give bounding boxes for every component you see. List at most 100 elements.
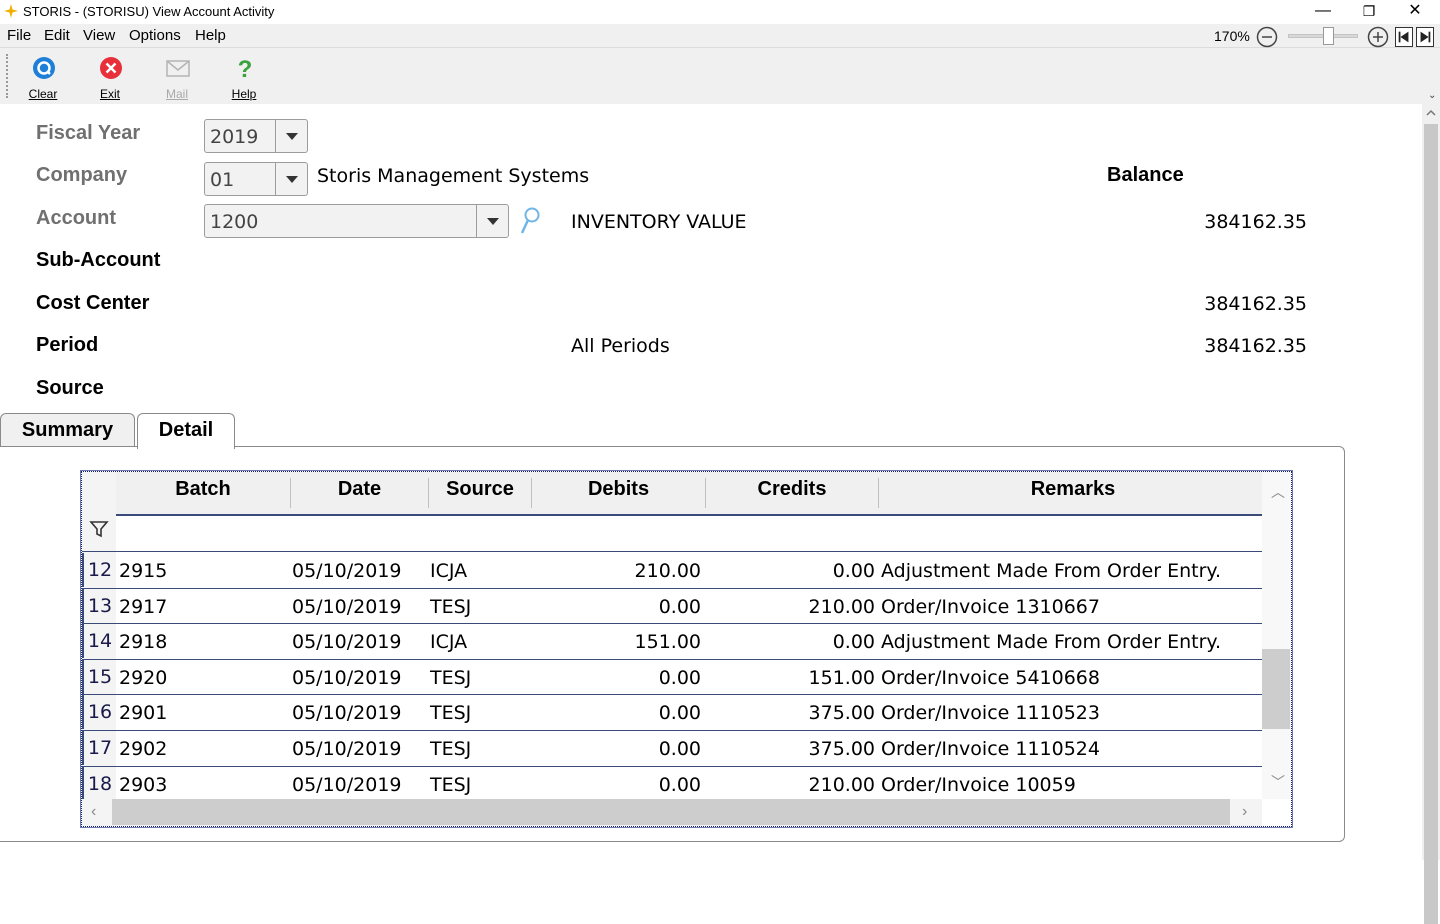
table-row[interactable]: 12 2915 05/10/2019 ICJA 210.00 0.00 Adjustment… bbox=[82, 553, 1262, 589]
zoom-slider-thumb[interactable] bbox=[1323, 27, 1334, 45]
company-select[interactable]: 01 bbox=[204, 162, 308, 196]
column-header-debits[interactable]: Debits bbox=[532, 478, 705, 508]
cell-remarks[interactable]: Order/Invoice 1110524 bbox=[881, 731, 1261, 765]
toolbar-collapse-icon[interactable]: ⌄ bbox=[1428, 90, 1436, 101]
zoom-out-icon[interactable] bbox=[1256, 26, 1278, 48]
exit-button[interactable]: Exit bbox=[85, 54, 135, 101]
table-row[interactable]: 17 2902 05/10/2019 TESJ 0.00 375.00 Order/Invo… bbox=[82, 731, 1262, 767]
cell-source[interactable]: TESJ bbox=[430, 767, 530, 801]
column-header-source[interactable]: Source bbox=[429, 478, 531, 508]
table-row[interactable]: 13 2917 05/10/2019 TESJ 0.00 210.00 Order/Invo… bbox=[82, 588, 1262, 625]
cell-source[interactable]: TESJ bbox=[430, 589, 530, 623]
cell-debits[interactable]: 0.00 bbox=[522, 660, 701, 694]
cell-credits[interactable]: 375.00 bbox=[702, 695, 875, 729]
last-record-icon[interactable] bbox=[1416, 27, 1434, 47]
column-header-remarks[interactable]: Remarks bbox=[879, 478, 1267, 508]
row-number[interactable]: 14 bbox=[82, 624, 116, 659]
cell-date[interactable]: 05/10/2019 bbox=[292, 660, 432, 694]
grid-vertical-scrollbar[interactable]: ︿ ﹀ bbox=[1262, 472, 1291, 799]
clear-button[interactable]: Clear bbox=[18, 54, 68, 101]
cell-credits[interactable]: 0.00 bbox=[702, 624, 875, 658]
grid-horizontal-scrollbar[interactable]: ‹ › bbox=[82, 799, 1262, 826]
column-header-date[interactable]: Date bbox=[291, 478, 428, 508]
cell-credits[interactable]: 210.00 bbox=[702, 767, 875, 801]
cell-batch[interactable]: 2918 bbox=[119, 624, 279, 658]
cell-batch[interactable]: 2903 bbox=[119, 767, 279, 801]
restore-button[interactable]: ❐ bbox=[1346, 0, 1392, 24]
menu-options[interactable]: Options bbox=[129, 27, 181, 44]
cell-credits[interactable]: 375.00 bbox=[702, 731, 875, 765]
cell-batch[interactable]: 2901 bbox=[119, 695, 279, 729]
filter-icon[interactable] bbox=[89, 519, 109, 539]
cell-credits[interactable]: 0.00 bbox=[702, 553, 875, 587]
chevron-down-icon[interactable] bbox=[275, 120, 307, 152]
grid-horizontal-scrollbar-thumb[interactable] bbox=[112, 799, 1230, 825]
cell-debits[interactable]: 0.00 bbox=[522, 589, 701, 623]
window-scrollbar-thumb[interactable] bbox=[1424, 124, 1438, 924]
toolbar-grip[interactable] bbox=[6, 54, 8, 98]
filter-row[interactable] bbox=[82, 516, 1262, 552]
cell-date[interactable]: 05/10/2019 bbox=[292, 695, 432, 729]
table-row[interactable]: 16 2901 05/10/2019 TESJ 0.00 375.00 Order/Invo… bbox=[82, 695, 1262, 731]
cell-debits[interactable]: 151.00 bbox=[522, 624, 701, 658]
cell-batch[interactable]: 2917 bbox=[119, 589, 279, 623]
table-row[interactable]: 14 2918 05/10/2019 ICJA 151.00 0.00 Adjustment… bbox=[82, 624, 1262, 660]
cell-debits[interactable]: 0.00 bbox=[522, 767, 701, 801]
cell-remarks[interactable]: Adjustment Made From Order Entry. bbox=[881, 553, 1261, 587]
cell-source[interactable]: ICJA bbox=[430, 553, 530, 587]
cell-date[interactable]: 05/10/2019 bbox=[292, 589, 432, 623]
window-scrollbar[interactable] bbox=[1422, 104, 1440, 924]
row-number[interactable]: 15 bbox=[82, 659, 116, 694]
cell-date[interactable]: 05/10/2019 bbox=[292, 767, 432, 801]
row-number[interactable]: 13 bbox=[82, 588, 116, 623]
cell-remarks[interactable]: Order/Invoice 5410668 bbox=[881, 660, 1261, 694]
tab-detail[interactable]: Detail bbox=[137, 413, 235, 449]
cell-remarks[interactable]: Adjustment Made From Order Entry. bbox=[881, 624, 1261, 658]
scroll-up-icon[interactable] bbox=[1426, 108, 1436, 118]
cell-debits[interactable]: 0.00 bbox=[522, 731, 701, 765]
cell-date[interactable]: 05/10/2019 bbox=[292, 624, 432, 658]
row-number[interactable]: 18 bbox=[82, 766, 116, 801]
row-number[interactable]: 17 bbox=[82, 731, 116, 765]
cell-source[interactable]: ICJA bbox=[430, 624, 530, 658]
table-row[interactable]: 18 2903 05/10/2019 TESJ 0.00 210.00 Order/Invo… bbox=[82, 766, 1262, 803]
activity-grid[interactable]: Batch Date Source Debits Credits Remarks… bbox=[80, 470, 1293, 828]
fiscal-year-select[interactable]: 2019 bbox=[204, 119, 308, 153]
cell-credits[interactable]: 151.00 bbox=[702, 660, 875, 694]
cell-date[interactable]: 05/10/2019 bbox=[292, 553, 432, 587]
chevron-right-icon[interactable]: › bbox=[1242, 803, 1247, 821]
account-select[interactable]: 1200 bbox=[204, 204, 509, 238]
column-header-batch[interactable]: Batch bbox=[116, 478, 290, 508]
grid-vertical-scrollbar-thumb[interactable] bbox=[1262, 649, 1290, 729]
cell-remarks[interactable]: Order/Invoice 1110523 bbox=[881, 695, 1261, 729]
cell-batch[interactable]: 2920 bbox=[119, 660, 279, 694]
table-row[interactable]: 15 2920 05/10/2019 TESJ 0.00 151.00 Order/Invo… bbox=[82, 659, 1262, 696]
first-record-icon[interactable] bbox=[1395, 27, 1413, 47]
menu-file[interactable]: File bbox=[7, 27, 31, 44]
row-number[interactable]: 16 bbox=[82, 695, 116, 730]
cell-debits[interactable]: 210.00 bbox=[522, 553, 701, 587]
cell-batch[interactable]: 2902 bbox=[119, 731, 279, 765]
cell-debits[interactable]: 0.00 bbox=[522, 695, 701, 729]
chevron-up-icon[interactable]: ︿ bbox=[1271, 482, 1285, 502]
chevron-down-icon[interactable] bbox=[275, 163, 307, 195]
menu-edit[interactable]: Edit bbox=[44, 27, 70, 44]
menu-view[interactable]: View bbox=[83, 27, 115, 44]
column-header-credits[interactable]: Credits bbox=[706, 478, 878, 508]
lookup-search-icon[interactable] bbox=[519, 206, 541, 236]
close-window-button[interactable]: ✕ bbox=[1392, 0, 1438, 24]
chevron-left-icon[interactable]: ‹ bbox=[91, 803, 96, 821]
row-number[interactable]: 12 bbox=[82, 553, 116, 587]
minimize-button[interactable]: — bbox=[1300, 0, 1346, 24]
cell-date[interactable]: 05/10/2019 bbox=[292, 731, 432, 765]
cell-credits[interactable]: 210.00 bbox=[702, 589, 875, 623]
chevron-down-icon[interactable] bbox=[476, 205, 508, 237]
zoom-in-icon[interactable] bbox=[1367, 26, 1389, 48]
tab-summary[interactable]: Summary bbox=[0, 413, 135, 447]
chevron-down-icon[interactable]: ﹀ bbox=[1271, 772, 1285, 792]
menu-help[interactable]: Help bbox=[195, 27, 226, 44]
cell-source[interactable]: TESJ bbox=[430, 731, 530, 765]
cell-remarks[interactable]: Order/Invoice 10059 bbox=[881, 767, 1261, 801]
cell-source[interactable]: TESJ bbox=[430, 695, 530, 729]
help-button[interactable]: ? Help bbox=[219, 54, 269, 101]
